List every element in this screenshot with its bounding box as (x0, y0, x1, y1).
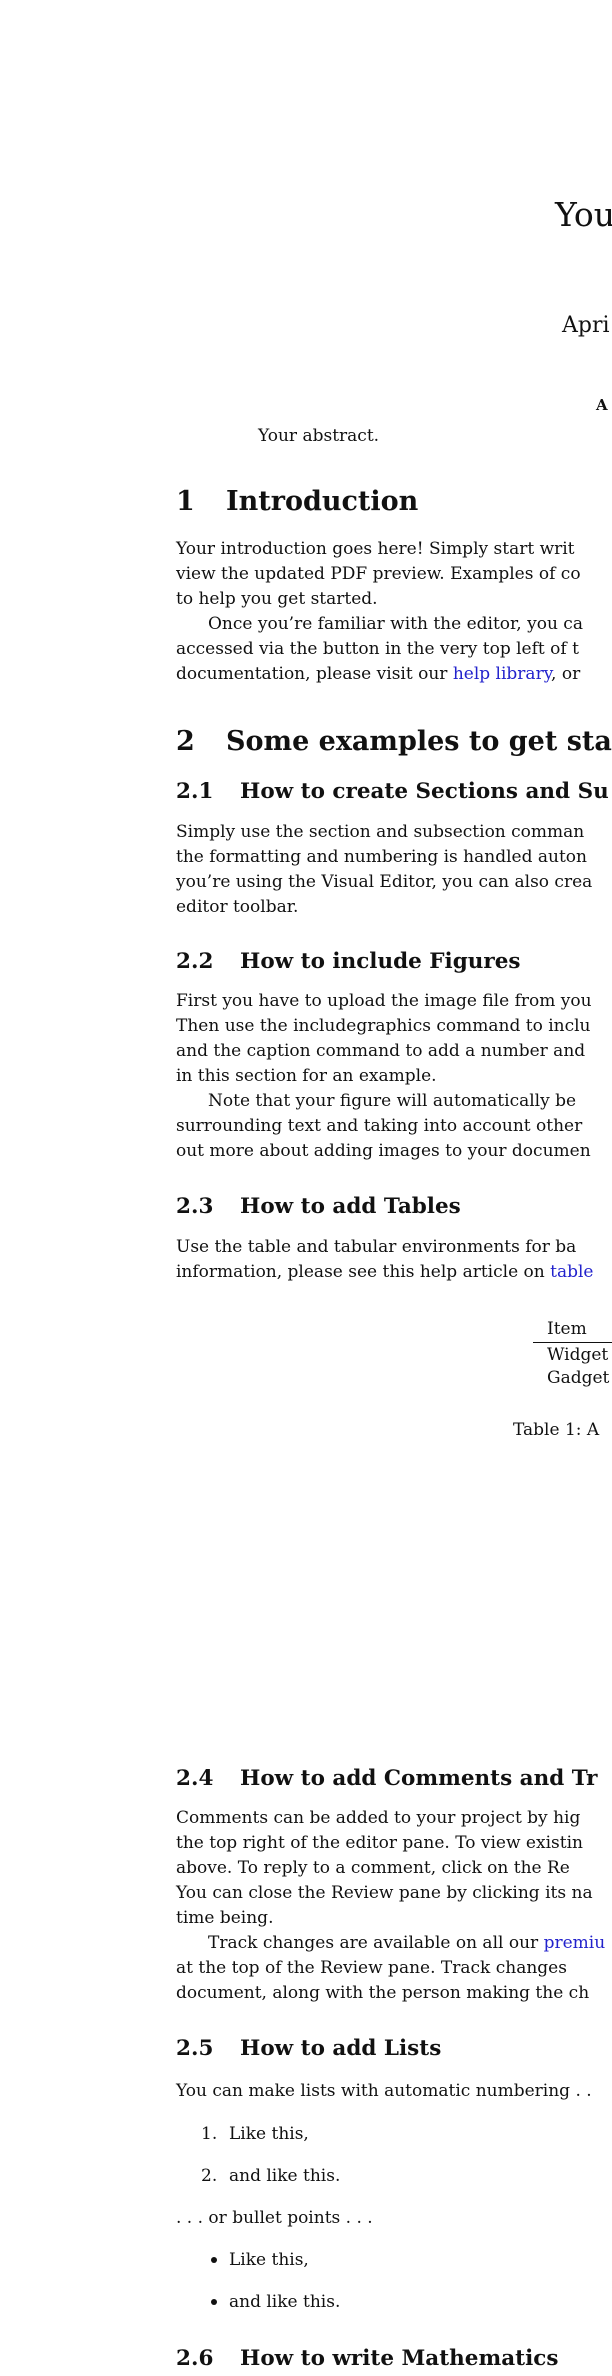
paragraph-line: time being. (176, 1908, 274, 1928)
subsection-number: 2.3 (176, 1194, 214, 1219)
text-span: documentation, please visit our (176, 664, 453, 684)
list-item-number: 2. (201, 2166, 218, 2186)
section-title: Introduction (226, 486, 419, 517)
paragraph-line: out more about adding images to your doc… (176, 1141, 591, 1161)
paragraph-line: surrounding text and taking into account… (176, 1116, 583, 1136)
table-cell: Widget (547, 1345, 609, 1365)
paragraph-line: Your introduction goes here! Simply star… (176, 539, 575, 559)
text-span: , or (551, 664, 581, 684)
subsection-heading-lists: 2.5 How to add Lists (176, 2036, 441, 2062)
subsection-title: How to create Sections and Su (240, 779, 609, 804)
subsection-title: How to add Tables (240, 1194, 461, 1219)
bullet-icon (211, 2257, 217, 2263)
paragraph-line: document, along with the person making t… (176, 1983, 590, 2003)
paragraph-line: Comments can be added to your project by… (176, 1808, 581, 1828)
text-span: information, please see this help articl… (176, 1262, 551, 1282)
table-cell: Gadget (547, 1368, 610, 1388)
table-help-link[interactable]: table (550, 1262, 593, 1282)
paragraph-line: editor toolbar. (176, 897, 299, 917)
paragraph-line: Then use the includegraphics command to … (176, 1016, 591, 1036)
paragraph-line: information, please see this help articl… (176, 1262, 593, 1282)
table-header-cell: Item (547, 1319, 587, 1339)
table-caption: Table 1: A (513, 1420, 600, 1440)
help-library-link[interactable]: help library (453, 664, 551, 684)
subsection-title: How to add Lists (240, 2036, 442, 2061)
section-number: 2 (176, 726, 195, 757)
section-heading-introduction: 1 Introduction (176, 486, 418, 518)
paragraph-line: at the top of the Review pane. Track cha… (176, 1958, 567, 1978)
list-item: and like this. (229, 2292, 341, 2312)
subsection-title: How to write Mathematics (240, 2346, 559, 2371)
section-heading-examples: 2 Some examples to get star (176, 726, 612, 758)
paragraph-line: Simply use the section and subsection co… (176, 822, 585, 842)
paragraph-line: the formatting and numbering is handled … (176, 847, 587, 867)
paragraph-line: and the caption command to add a number … (176, 1041, 586, 1061)
subsection-number: 2.5 (176, 2036, 214, 2061)
document-title: You (555, 195, 612, 234)
subsection-number: 2.4 (176, 1766, 214, 1791)
paragraph-line: . . . or bullet points . . . (176, 2208, 373, 2228)
table-rule (533, 1342, 612, 1343)
paragraph-line: documentation, please visit our help lib… (176, 664, 580, 684)
paragraph-line: above. To reply to a comment, click on t… (176, 1858, 570, 1878)
subsection-title: How to add Comments and Tr (240, 1766, 598, 1791)
subsection-heading-comments: 2.4 How to add Comments and Tr (176, 1766, 598, 1792)
paragraph-line: in this section for an example. (176, 1066, 437, 1086)
subsection-number: 2.2 (176, 949, 214, 974)
list-item-number: 1. (201, 2124, 218, 2144)
paragraph-line: accessed via the button in the very top … (176, 639, 579, 659)
paragraph-line: Once you’re familiar with the editor, yo… (208, 614, 583, 634)
paragraph-line: You can close the Review pane by clickin… (176, 1883, 593, 1903)
section-number: 1 (176, 486, 195, 517)
document-date: Apri (562, 313, 610, 338)
list-item: Like this, (229, 2124, 309, 2144)
paragraph-line: the top right of the editor pane. To vie… (176, 1833, 583, 1853)
paragraph-line: First you have to upload the image file … (176, 991, 592, 1011)
subsection-heading-tables: 2.3 How to add Tables (176, 1194, 461, 1220)
subsection-number: 2.1 (176, 779, 214, 804)
text-span: Track changes are available on all our (208, 1933, 544, 1953)
paragraph-line: you’re using the Visual Editor, you can … (176, 872, 593, 892)
subsection-title: How to include Figures (240, 949, 521, 974)
list-item: and like this. (229, 2166, 341, 2186)
list-item: Like this, (229, 2250, 309, 2270)
paragraph-line: You can make lists with automatic number… (176, 2081, 592, 2101)
section-title: Some examples to get star (226, 726, 612, 757)
paragraph-line: Use the table and tabular environments f… (176, 1237, 577, 1257)
paragraph-line: to help you get started. (176, 589, 378, 609)
paragraph-line: Track changes are available on all our p… (208, 1933, 605, 1953)
subsection-heading-sections: 2.1 How to create Sections and Su (176, 779, 609, 805)
paragraph-line: view the updated PDF preview. Examples o… (176, 564, 581, 584)
subsection-heading-mathematics: 2.6 How to write Mathematics (176, 2346, 558, 2372)
premium-plans-link[interactable]: premiu (544, 1933, 606, 1953)
subsection-heading-figures: 2.2 How to include Figures (176, 949, 521, 975)
abstract-heading: A (596, 396, 608, 414)
abstract-text: Your abstract. (258, 426, 380, 446)
paragraph-line: Note that your figure will automatically… (208, 1091, 577, 1111)
bullet-icon (211, 2299, 217, 2305)
subsection-number: 2.6 (176, 2346, 214, 2371)
